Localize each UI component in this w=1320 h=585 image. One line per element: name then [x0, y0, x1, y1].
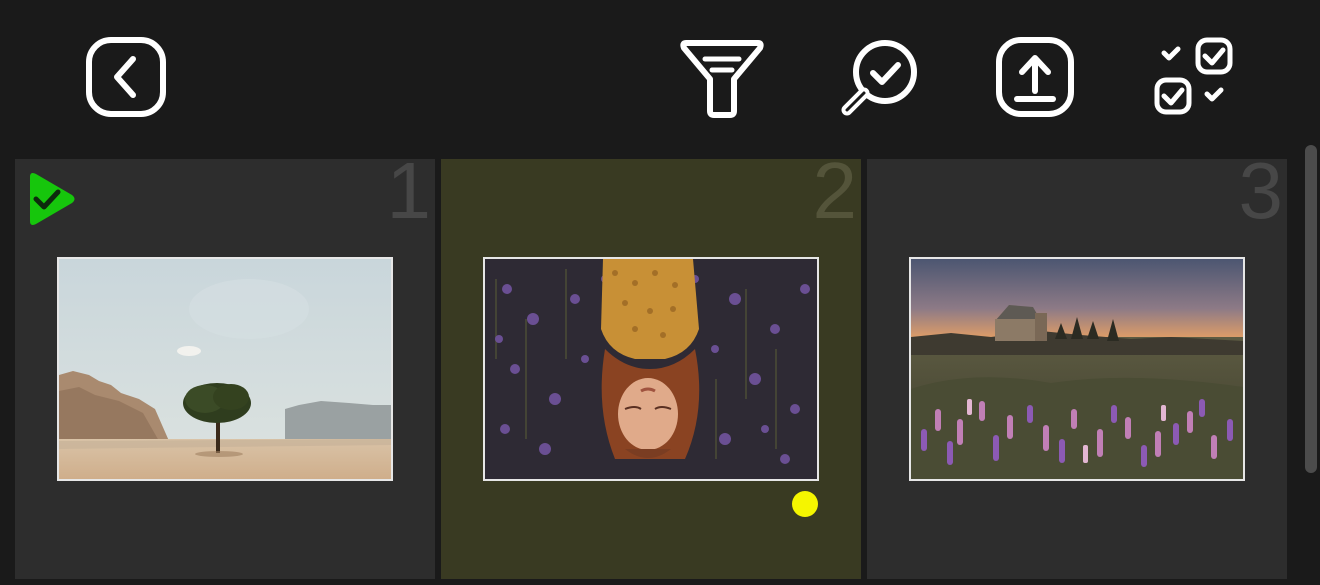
photo-grid: 1 2 3 — [15, 151, 1287, 579]
yellow-marker-dot — [792, 491, 818, 517]
photo-thumbnail-desert-tree[interactable] — [57, 257, 393, 481]
vertical-scrollbar[interactable] — [1305, 145, 1317, 473]
photo-card-2[interactable]: 2 — [441, 151, 861, 579]
card-number: 1 — [386, 146, 432, 235]
desert-tree-photo — [59, 259, 391, 479]
photo-card-3[interactable]: 3 — [867, 151, 1287, 579]
back-button[interactable] — [84, 35, 168, 119]
upload-icon — [996, 37, 1074, 117]
photo-card-1[interactable]: 1 — [15, 151, 435, 579]
select-multiple-button[interactable] — [1152, 35, 1236, 119]
woman-lavender-photo — [485, 259, 817, 479]
photo-thumbnail-woman-lavender[interactable] — [483, 257, 819, 481]
church-lupins-photo — [911, 259, 1243, 479]
accepted-flag-icon — [30, 173, 75, 225]
card-number: 3 — [1238, 146, 1284, 235]
card-number: 2 — [812, 146, 858, 235]
review-button[interactable] — [838, 35, 922, 119]
export-button[interactable] — [993, 35, 1077, 119]
multi-checklist-icon — [1154, 37, 1233, 115]
chevron-left-icon — [86, 37, 166, 117]
toolbar — [0, 0, 1320, 150]
magnifier-check-icon — [841, 40, 917, 116]
funnel-icon — [680, 40, 764, 118]
photo-thumbnail-church-lupins[interactable] — [909, 257, 1245, 481]
filter-button[interactable] — [680, 35, 764, 119]
